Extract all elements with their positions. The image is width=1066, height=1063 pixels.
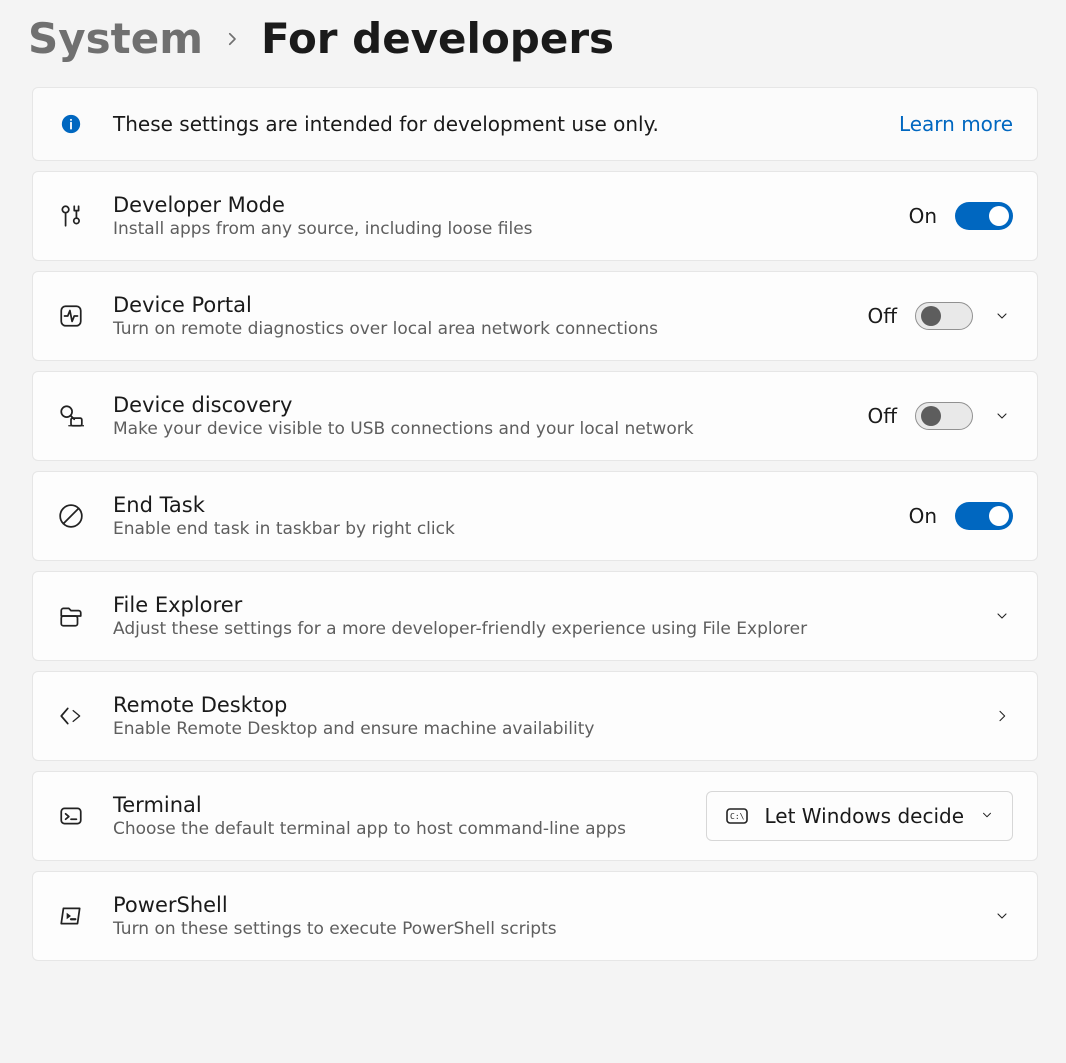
chevron-down-icon[interactable]	[991, 905, 1013, 927]
toggle-label: On	[909, 204, 937, 228]
setting-title: Remote Desktop	[113, 693, 963, 717]
setting-desc: Turn on these settings to execute PowerS…	[113, 919, 963, 939]
powershell-icon	[57, 902, 85, 930]
chevron-down-icon	[980, 807, 994, 826]
breadcrumb: System For developers	[28, 14, 1042, 63]
setting-desc: Turn on remote diagnostics over local ar…	[113, 319, 839, 339]
setting-title: PowerShell	[113, 893, 963, 917]
setting-desc: Choose the default terminal app to host …	[113, 819, 678, 839]
setting-developer-mode: Developer Mode Install apps from any sou…	[32, 171, 1038, 261]
setting-remote-desktop[interactable]: Remote Desktop Enable Remote Desktop and…	[32, 671, 1038, 761]
info-icon	[57, 110, 85, 138]
remote-desktop-icon	[57, 702, 85, 730]
setting-end-task: End Task Enable end task in taskbar by r…	[32, 471, 1038, 561]
setting-title: Device discovery	[113, 393, 839, 417]
setting-title: Device Portal	[113, 293, 839, 317]
device-portal-toggle[interactable]	[915, 302, 973, 330]
device-discovery-toggle[interactable]	[915, 402, 973, 430]
developer-mode-toggle[interactable]	[955, 202, 1013, 230]
setting-desc: Enable end task in taskbar by right clic…	[113, 519, 881, 539]
setting-device-discovery[interactable]: Device discovery Make your device visibl…	[32, 371, 1038, 461]
learn-more-link[interactable]: Learn more	[899, 112, 1013, 136]
activity-icon	[57, 302, 85, 330]
chevron-down-icon[interactable]	[991, 605, 1013, 627]
chevron-down-icon[interactable]	[991, 305, 1013, 327]
dropdown-selected-label: Let Windows decide	[765, 804, 964, 828]
cmd-icon: C:\	[725, 804, 749, 828]
info-message: These settings are intended for developm…	[113, 112, 871, 136]
setting-desc: Make your device visible to USB connecti…	[113, 419, 839, 439]
setting-desc: Enable Remote Desktop and ensure machine…	[113, 719, 963, 739]
chevron-right-icon[interactable]	[991, 705, 1013, 727]
setting-terminal: Terminal Choose the default terminal app…	[32, 771, 1038, 861]
chevron-right-icon	[223, 30, 241, 48]
setting-title: File Explorer	[113, 593, 963, 617]
breadcrumb-parent[interactable]: System	[28, 14, 203, 63]
setting-desc: Install apps from any source, including …	[113, 219, 881, 239]
setting-desc: Adjust these settings for a more develop…	[113, 619, 963, 639]
setting-file-explorer[interactable]: File Explorer Adjust these settings for …	[32, 571, 1038, 661]
toggle-label: On	[909, 504, 937, 528]
file-explorer-icon	[57, 602, 85, 630]
toggle-label: Off	[867, 304, 897, 328]
toggle-label: Off	[867, 404, 897, 428]
setting-device-portal[interactable]: Device Portal Turn on remote diagnostics…	[32, 271, 1038, 361]
terminal-icon	[57, 802, 85, 830]
page-title: For developers	[261, 14, 614, 63]
end-task-icon	[57, 502, 85, 530]
end-task-toggle[interactable]	[955, 502, 1013, 530]
svg-text:C:\: C:\	[730, 812, 745, 821]
setting-title: Developer Mode	[113, 193, 881, 217]
device-discovery-icon	[57, 402, 85, 430]
setting-title: End Task	[113, 493, 881, 517]
setting-powershell[interactable]: PowerShell Turn on these settings to exe…	[32, 871, 1038, 961]
terminal-default-dropdown[interactable]: C:\ Let Windows decide	[706, 791, 1013, 841]
info-banner: These settings are intended for developm…	[32, 87, 1038, 161]
setting-title: Terminal	[113, 793, 678, 817]
developer-tools-icon	[57, 202, 85, 230]
chevron-down-icon[interactable]	[991, 405, 1013, 427]
